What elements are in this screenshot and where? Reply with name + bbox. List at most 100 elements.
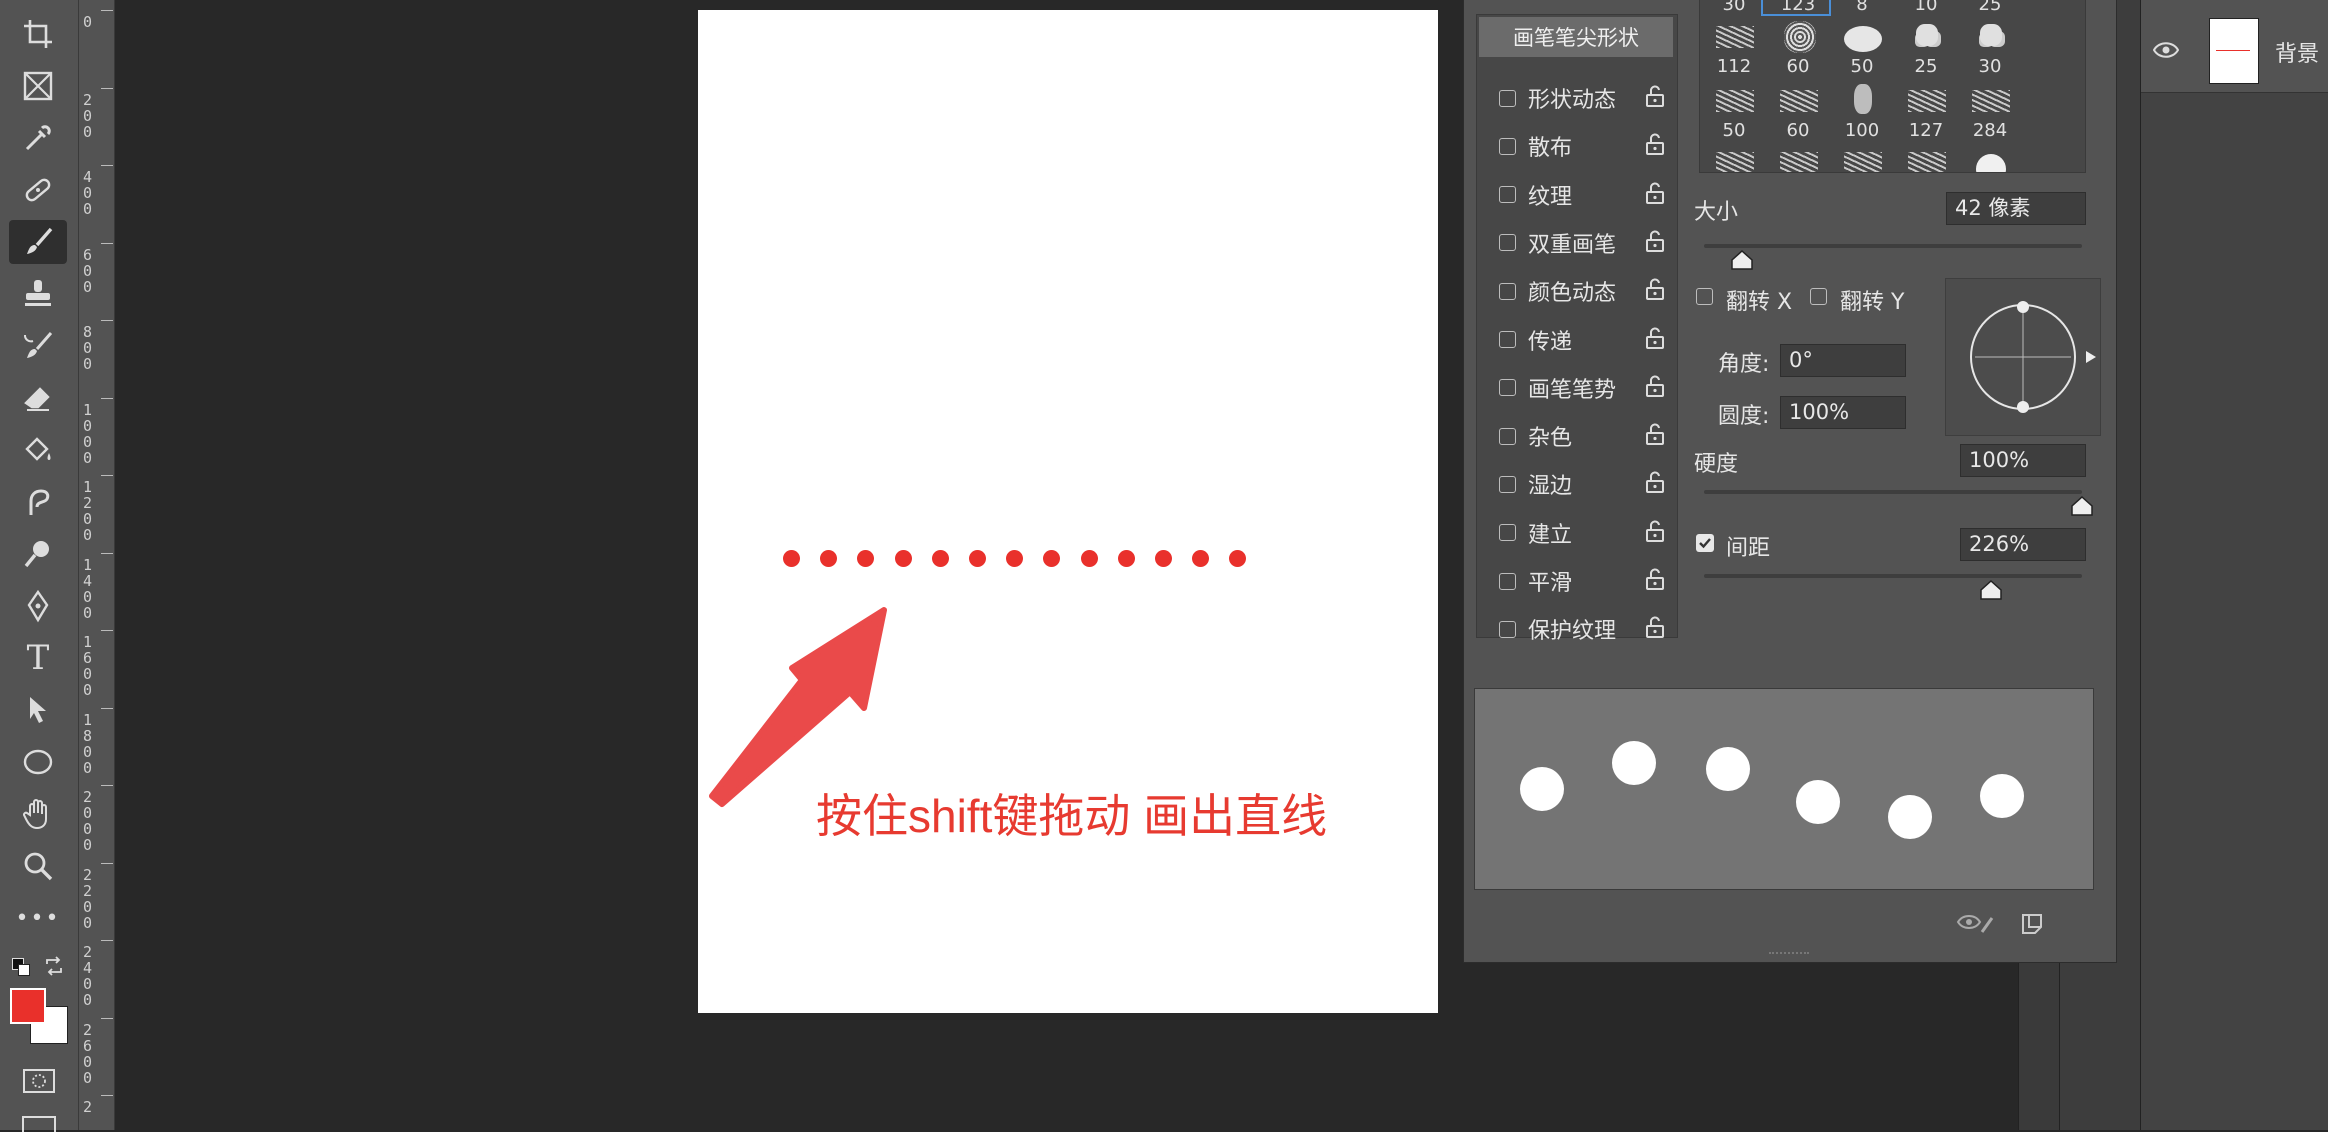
brush-option-checkbox[interactable] xyxy=(1499,475,1516,493)
lock-icon[interactable] xyxy=(1645,278,1665,304)
spacing-slider-handle[interactable] xyxy=(1980,580,2003,600)
hand-icon[interactable] xyxy=(9,792,67,836)
brush-option-checkbox[interactable] xyxy=(1499,282,1516,300)
brush-option-item[interactable]: 画笔笔势 xyxy=(1477,365,1677,411)
brush-preset-thumbnail[interactable] xyxy=(1906,146,1946,172)
angle-field[interactable]: 0° xyxy=(1780,344,1906,377)
brush-option-item[interactable]: 建立 xyxy=(1477,510,1677,556)
brush-preset-thumbnail[interactable] xyxy=(1714,84,1754,120)
brush-option-checkbox[interactable] xyxy=(1499,89,1516,107)
eraser-icon[interactable] xyxy=(9,376,67,420)
brush-tip-shape-item[interactable]: 画笔笔尖形状 xyxy=(1479,17,1673,57)
smudge-icon[interactable] xyxy=(9,480,67,524)
default-colors-icon[interactable] xyxy=(12,958,30,976)
lock-icon[interactable] xyxy=(1645,520,1665,546)
history-brush-icon[interactable] xyxy=(9,324,67,368)
flip-y-checkbox[interactable] xyxy=(1810,288,1827,305)
ruler-label: 600 xyxy=(83,245,93,296)
swap-colors-icon[interactable] xyxy=(44,956,64,980)
flip-x-checkbox[interactable] xyxy=(1696,288,1713,305)
brush-preset-thumbnail[interactable] xyxy=(1906,20,1946,56)
lock-icon[interactable] xyxy=(1645,327,1665,353)
lock-icon[interactable] xyxy=(1645,375,1665,401)
brush-preset-thumbnail[interactable] xyxy=(1842,146,1882,172)
size-slider[interactable] xyxy=(1704,244,2082,248)
crop-icon[interactable] xyxy=(9,12,67,56)
brush-option-checkbox[interactable] xyxy=(1499,137,1516,155)
brush-preset-thumbnail[interactable] xyxy=(1906,84,1946,120)
spacing-checkbox[interactable] xyxy=(1696,534,1714,552)
clone-stamp-icon[interactable] xyxy=(9,272,67,316)
paint-bucket-icon[interactable] xyxy=(9,428,67,472)
lock-icon[interactable] xyxy=(1645,471,1665,497)
type-icon[interactable]: T xyxy=(9,636,67,680)
eyedropper-icon[interactable] xyxy=(9,116,67,160)
more-tools-icon[interactable]: ••• xyxy=(9,896,67,940)
ellipse-icon[interactable] xyxy=(9,740,67,784)
dodge-icon[interactable] xyxy=(9,532,67,576)
brush-option-item[interactable]: 形状动态 xyxy=(1477,75,1677,121)
brush-preset-thumbnail[interactable] xyxy=(1842,84,1882,120)
lock-icon[interactable] xyxy=(1645,230,1665,256)
brush-option-item[interactable]: 纹理 xyxy=(1477,172,1677,218)
size-slider-handle[interactable] xyxy=(1731,250,1753,270)
create-new-brush-icon[interactable] xyxy=(2020,912,2044,936)
brush-preset-thumbnail[interactable] xyxy=(1714,20,1754,56)
brush-option-item[interactable]: 双重画笔 xyxy=(1477,220,1677,266)
spacing-field[interactable]: 226% xyxy=(1960,528,2086,561)
lock-icon[interactable] xyxy=(1645,182,1665,208)
healing-brush-icon[interactable] xyxy=(9,168,67,212)
brush-icon[interactable] xyxy=(9,220,67,264)
layer-row[interactable]: 背景 xyxy=(2141,0,2328,93)
hardness-field[interactable]: 100% xyxy=(1960,444,2086,477)
brush-option-item[interactable]: 散布 xyxy=(1477,123,1677,169)
brush-option-item[interactable]: 颜色动态 xyxy=(1477,268,1677,314)
eye-icon[interactable] xyxy=(2153,42,2179,58)
brush-option-item[interactable]: 平滑 xyxy=(1477,558,1677,604)
lock-icon[interactable] xyxy=(1645,423,1665,449)
brush-preset-thumbnail[interactable] xyxy=(1970,20,2010,56)
brush-preset-thumbnail[interactable] xyxy=(1842,22,1882,58)
hardness-slider-handle[interactable] xyxy=(2071,496,2093,516)
lock-icon[interactable] xyxy=(1645,133,1665,159)
lock-icon[interactable] xyxy=(1645,85,1665,111)
path-selection-icon[interactable] xyxy=(9,688,67,732)
brush-preset-thumbnail[interactable] xyxy=(1714,146,1754,172)
panel-resize-grip[interactable] xyxy=(1769,952,1809,960)
roundness-field[interactable]: 100% xyxy=(1780,396,1906,429)
preset-size-label: 30 xyxy=(1722,0,1746,15)
brush-preset-thumbnail[interactable] xyxy=(1778,21,1818,57)
brush-option-checkbox[interactable] xyxy=(1499,620,1516,638)
brush-option-checkbox[interactable] xyxy=(1499,234,1516,252)
frame-icon[interactable] xyxy=(9,64,67,108)
brush-option-checkbox[interactable] xyxy=(1499,572,1516,590)
brush-option-item[interactable]: 湿边 xyxy=(1477,461,1677,507)
brush-preset-thumbnail[interactable] xyxy=(1778,84,1818,120)
brush-option-checkbox[interactable] xyxy=(1499,524,1516,542)
brush-option-checkbox[interactable] xyxy=(1499,427,1516,445)
hardness-slider[interactable] xyxy=(1704,490,2082,494)
document-canvas[interactable]: 按住shift键拖动 画出直线 xyxy=(698,10,1438,1013)
brush-option-checkbox[interactable] xyxy=(1499,379,1516,397)
vertical-ruler: 0 200 400 600 800 1000 1200 1400 1600 1800 2000 220… xyxy=(79,0,115,1130)
angle-roundness-widget[interactable] xyxy=(1945,278,2101,436)
stroke-dot xyxy=(969,550,986,567)
spacing-slider[interactable] xyxy=(1704,574,2082,578)
brush-option-item[interactable]: 保护纹理 xyxy=(1477,606,1677,652)
brush-option-item[interactable]: 杂色 xyxy=(1477,413,1677,459)
lock-icon[interactable] xyxy=(1645,616,1665,642)
brush-preset-thumbnail[interactable] xyxy=(1970,84,2010,120)
pen-icon[interactable] xyxy=(9,584,67,628)
quick-mask-icon[interactable] xyxy=(22,1068,56,1098)
lock-icon[interactable] xyxy=(1645,568,1665,594)
brush-option-checkbox[interactable] xyxy=(1499,186,1516,204)
preset-size-label: 284 xyxy=(1972,120,2008,141)
brush-option-checkbox[interactable] xyxy=(1499,331,1516,348)
brush-option-item[interactable]: 传递 xyxy=(1477,317,1677,363)
size-field[interactable]: 42 像素 xyxy=(1946,192,2086,225)
brush-preset-thumbnail[interactable] xyxy=(1778,146,1818,172)
foreground-color-swatch[interactable] xyxy=(10,988,46,1024)
brush-preset-thumbnail[interactable] xyxy=(1970,146,2010,172)
zoom-icon[interactable] xyxy=(9,844,67,888)
toggle-live-tip-preview-icon[interactable] xyxy=(1956,912,1996,936)
